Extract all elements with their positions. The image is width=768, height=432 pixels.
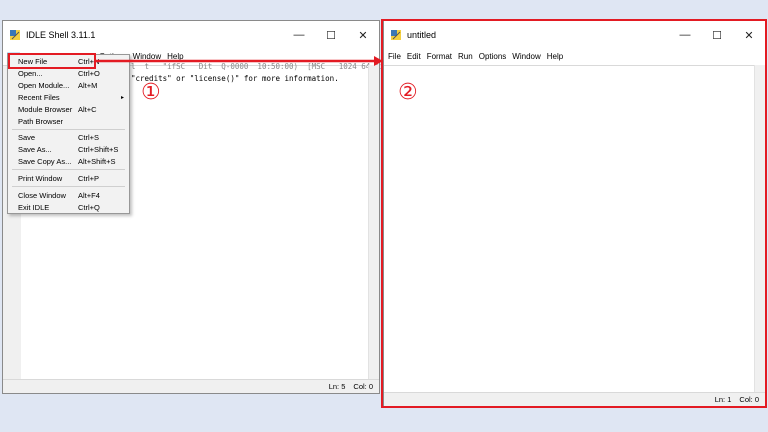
maximize-button[interactable]: ☐	[315, 21, 347, 49]
shell-line-number: Ln: 5	[328, 382, 346, 391]
editor-highlight	[381, 19, 767, 408]
menu-separator	[12, 129, 125, 130]
menu-item-save-copy-as[interactable]: Save Copy As... Alt+Shift+S	[8, 156, 129, 167]
shell-titlebar[interactable]: IDLE Shell 3.11.1 — ☐ ✕	[3, 21, 379, 49]
arrow-icon	[96, 56, 383, 66]
menu-item-recent-files[interactable]: Recent Files ▸	[8, 92, 129, 103]
menu-item-path-browser[interactable]: Path Browser	[8, 116, 129, 127]
step-1-marker: ①	[141, 80, 161, 105]
shell-scrollbar[interactable]	[368, 65, 379, 379]
submenu-arrow-icon: ▸	[120, 95, 124, 101]
menu-item-print-window[interactable]: Print Window Ctrl+P	[8, 173, 129, 184]
shell-col-number: Col: 0	[353, 382, 373, 391]
menu-item-close-window[interactable]: Close Window Alt+F4	[8, 190, 129, 201]
shell-output-line-2: "credits" or "license()" for more inform…	[131, 74, 339, 83]
menu-item-save[interactable]: Save Ctrl+S	[8, 132, 129, 143]
python-idle-icon	[9, 29, 21, 41]
menu-item-open[interactable]: Open... Ctrl+O	[8, 68, 129, 79]
file-dropdown-menu: New File Ctrl+N Open... Ctrl+O Open Modu…	[7, 54, 130, 214]
minimize-button[interactable]: —	[283, 21, 315, 49]
menu-separator	[12, 186, 125, 187]
shell-title: IDLE Shell 3.11.1	[26, 30, 96, 40]
step-2-marker: ②	[398, 80, 418, 105]
menu-item-open-module[interactable]: Open Module... Alt+M	[8, 80, 129, 91]
close-button[interactable]: ✕	[347, 21, 379, 49]
menu-item-module-browser[interactable]: Module Browser Alt+C	[8, 104, 129, 115]
menu-item-save-as[interactable]: Save As... Ctrl+Shift+S	[8, 144, 129, 155]
menu-item-exit-idle[interactable]: Exit IDLE Ctrl+Q	[8, 202, 129, 213]
new-file-highlight	[8, 53, 96, 69]
shell-statusbar: Ln: 5 Col: 0	[3, 379, 379, 393]
menu-separator	[12, 169, 125, 170]
